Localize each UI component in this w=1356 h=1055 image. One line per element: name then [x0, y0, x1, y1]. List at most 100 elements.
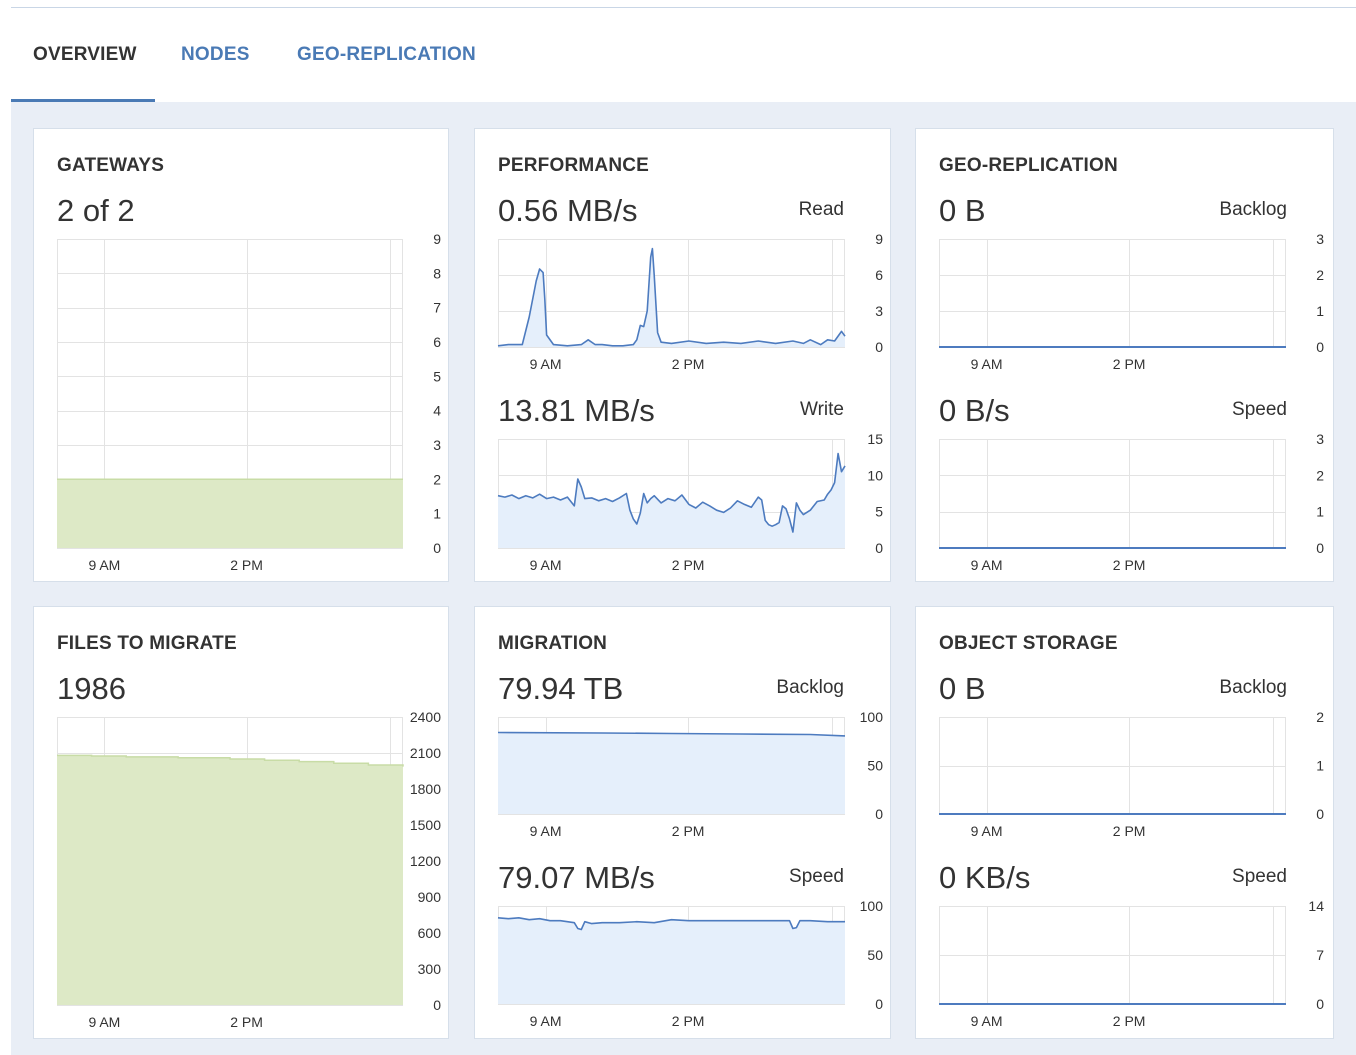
plot-area — [939, 239, 1286, 347]
y-tick-label: 3 — [433, 437, 441, 453]
y-tick-label: 600 — [418, 925, 442, 941]
y-tick-label: 6 — [875, 267, 883, 283]
migration-speed-label: Speed — [789, 866, 844, 887]
gateways-chart: 9 AM 2 PM 0 1 2 3 4 5 6 7 8 9 — [57, 231, 441, 573]
y-tick-label: 300 — [418, 961, 442, 977]
y-tick-label: 0 — [875, 996, 883, 1012]
write-label: Write — [800, 399, 844, 420]
y-tick-label: 2 — [1316, 267, 1324, 283]
os-speed-value: 0 KB/s — [939, 860, 1031, 895]
card-title: FILES TO MIGRATE — [57, 633, 237, 654]
dashboard-content: GATEWAYS 2 of 2 9 AM 2 PM 0 1 2 3 4 5 6 7 8 9 PERFO… — [11, 102, 1356, 1055]
geo-backlog-label: Backlog — [1219, 199, 1287, 220]
write-chart: 9 AM 2 PM 0 5 10 15 — [497, 431, 883, 573]
y-tick-label: 6 — [433, 334, 441, 350]
y-tick-label: 5 — [433, 368, 441, 384]
geo-backlog-value: 0 B — [939, 193, 986, 228]
y-tick-label: 5 — [875, 504, 883, 520]
x-tick-label: 9 AM — [971, 1013, 1003, 1029]
geo-replication-card: GEO-REPLICATION 0 B Backlog 9 AM 2 PM 0 1 2 3… — [915, 128, 1334, 582]
y-tick-label: 0 — [875, 339, 883, 355]
y-tick-label: 1 — [433, 506, 441, 522]
y-tick-label: 7 — [1316, 947, 1324, 963]
card-title: PERFORMANCE — [498, 155, 650, 176]
x-tick-label: 2 PM — [672, 356, 705, 372]
migration-speed-value: 79.07 MB/s — [498, 860, 655, 895]
x-tick-label: 9 AM — [530, 1013, 562, 1029]
y-tick-label: 0 — [433, 997, 441, 1013]
x-tick-label: 9 AM — [88, 1014, 120, 1030]
y-tick-label: 14 — [1308, 898, 1324, 914]
gateways-card: GATEWAYS 2 of 2 9 AM 2 PM 0 1 2 3 4 5 6 7 8 9 — [33, 128, 449, 582]
x-tick-label: 2 PM — [1113, 1013, 1146, 1029]
os-backlog-label: Backlog — [1219, 677, 1287, 698]
geo-speed-value: 0 B/s — [939, 393, 1010, 428]
y-tick-label: 9 — [433, 231, 441, 247]
y-tick-label: 50 — [867, 758, 883, 774]
read-value: 0.56 MB/s — [498, 193, 638, 228]
series-area — [57, 479, 403, 548]
tab-nodes[interactable]: NODES — [181, 8, 250, 103]
y-tick-label: 2400 — [410, 709, 441, 725]
tab-bar: OVERVIEW NODES GEO-REPLICATION — [11, 8, 1356, 103]
migration-backlog-value: 79.94 TB — [498, 671, 624, 706]
x-tick-label: 2 PM — [672, 1013, 705, 1029]
card-title: GATEWAYS — [57, 155, 165, 176]
x-tick-label: 2 PM — [672, 557, 705, 573]
y-tick-label: 50 — [867, 947, 883, 963]
migration-backlog-chart: 9 AM 2 PM 0 50 100 — [497, 709, 883, 839]
y-tick-label: 3 — [1316, 431, 1324, 447]
y-tick-label: 3 — [875, 303, 883, 319]
x-tick-label: 9 AM — [971, 356, 1003, 372]
y-tick-label: 1500 — [410, 817, 441, 833]
card-title: MIGRATION — [498, 633, 608, 654]
tab-overview[interactable]: OVERVIEW — [33, 8, 137, 103]
x-tick-label: 9 AM — [971, 557, 1003, 573]
object-storage-card: OBJECT STORAGE 0 B Backlog 9 AM 2 PM 0 1 2 0… — [915, 606, 1334, 1039]
x-tick-label: 9 AM — [530, 356, 562, 372]
x-tick-label: 9 AM — [530, 557, 562, 573]
y-tick-label: 1800 — [410, 781, 441, 797]
y-tick-label: 100 — [860, 709, 884, 725]
y-tick-label: 9 — [875, 231, 883, 247]
x-tick-label: 2 PM — [230, 557, 263, 573]
y-tick-label: 900 — [418, 889, 442, 905]
y-tick-label: 1 — [1316, 303, 1324, 319]
read-chart: 9 AM 2 PM 0 3 6 9 — [497, 231, 883, 372]
plot-area — [498, 239, 845, 347]
y-tick-label: 1 — [1316, 758, 1324, 774]
y-tick-label: 2 — [1316, 467, 1324, 483]
geo-speed-label: Speed — [1232, 399, 1287, 420]
os-speed-label: Speed — [1232, 866, 1287, 887]
y-tick-label: 2 — [433, 471, 441, 487]
series-area — [57, 755, 403, 1005]
os-backlog-chart: 9 AM 2 PM 0 1 2 — [939, 709, 1324, 839]
y-tick-label: 3 — [1316, 231, 1324, 247]
x-tick-label: 9 AM — [530, 823, 562, 839]
y-tick-label: 10 — [867, 467, 883, 483]
y-tick-label: 7 — [433, 300, 441, 316]
y-tick-label: 2100 — [410, 745, 441, 761]
x-tick-label: 2 PM — [672, 823, 705, 839]
y-tick-label: 15 — [867, 431, 883, 447]
plot-area — [939, 439, 1286, 548]
y-tick-label: 1 — [1316, 504, 1324, 520]
y-tick-label: 4 — [433, 403, 441, 419]
y-tick-label: 1200 — [410, 853, 441, 869]
files-value: 1986 — [57, 671, 126, 706]
migration-card: MIGRATION 79.94 TB Backlog 9 AM 2 PM 0 50 10… — [474, 606, 891, 1039]
files-to-migrate-card: FILES TO MIGRATE 1986 9 AM 2 PM 0 300 600 900… — [33, 606, 449, 1039]
x-tick-label: 9 AM — [971, 823, 1003, 839]
tab-geo-replication[interactable]: GEO-REPLICATION — [297, 8, 476, 103]
y-tick-label: 2 — [1316, 709, 1324, 725]
x-tick-label: 2 PM — [230, 1014, 263, 1030]
write-value: 13.81 MB/s — [498, 393, 655, 428]
os-backlog-value: 0 B — [939, 671, 986, 706]
card-title: GEO-REPLICATION — [939, 155, 1118, 176]
y-tick-label: 0 — [1316, 996, 1324, 1012]
series-area — [498, 732, 845, 814]
geo-backlog-chart: 9 AM 2 PM 0 1 2 3 — [939, 231, 1324, 372]
y-tick-label: 0 — [1316, 806, 1324, 822]
os-speed-chart: 9 AM 2 PM 0 7 14 — [939, 898, 1324, 1029]
y-tick-label: 100 — [860, 898, 884, 914]
